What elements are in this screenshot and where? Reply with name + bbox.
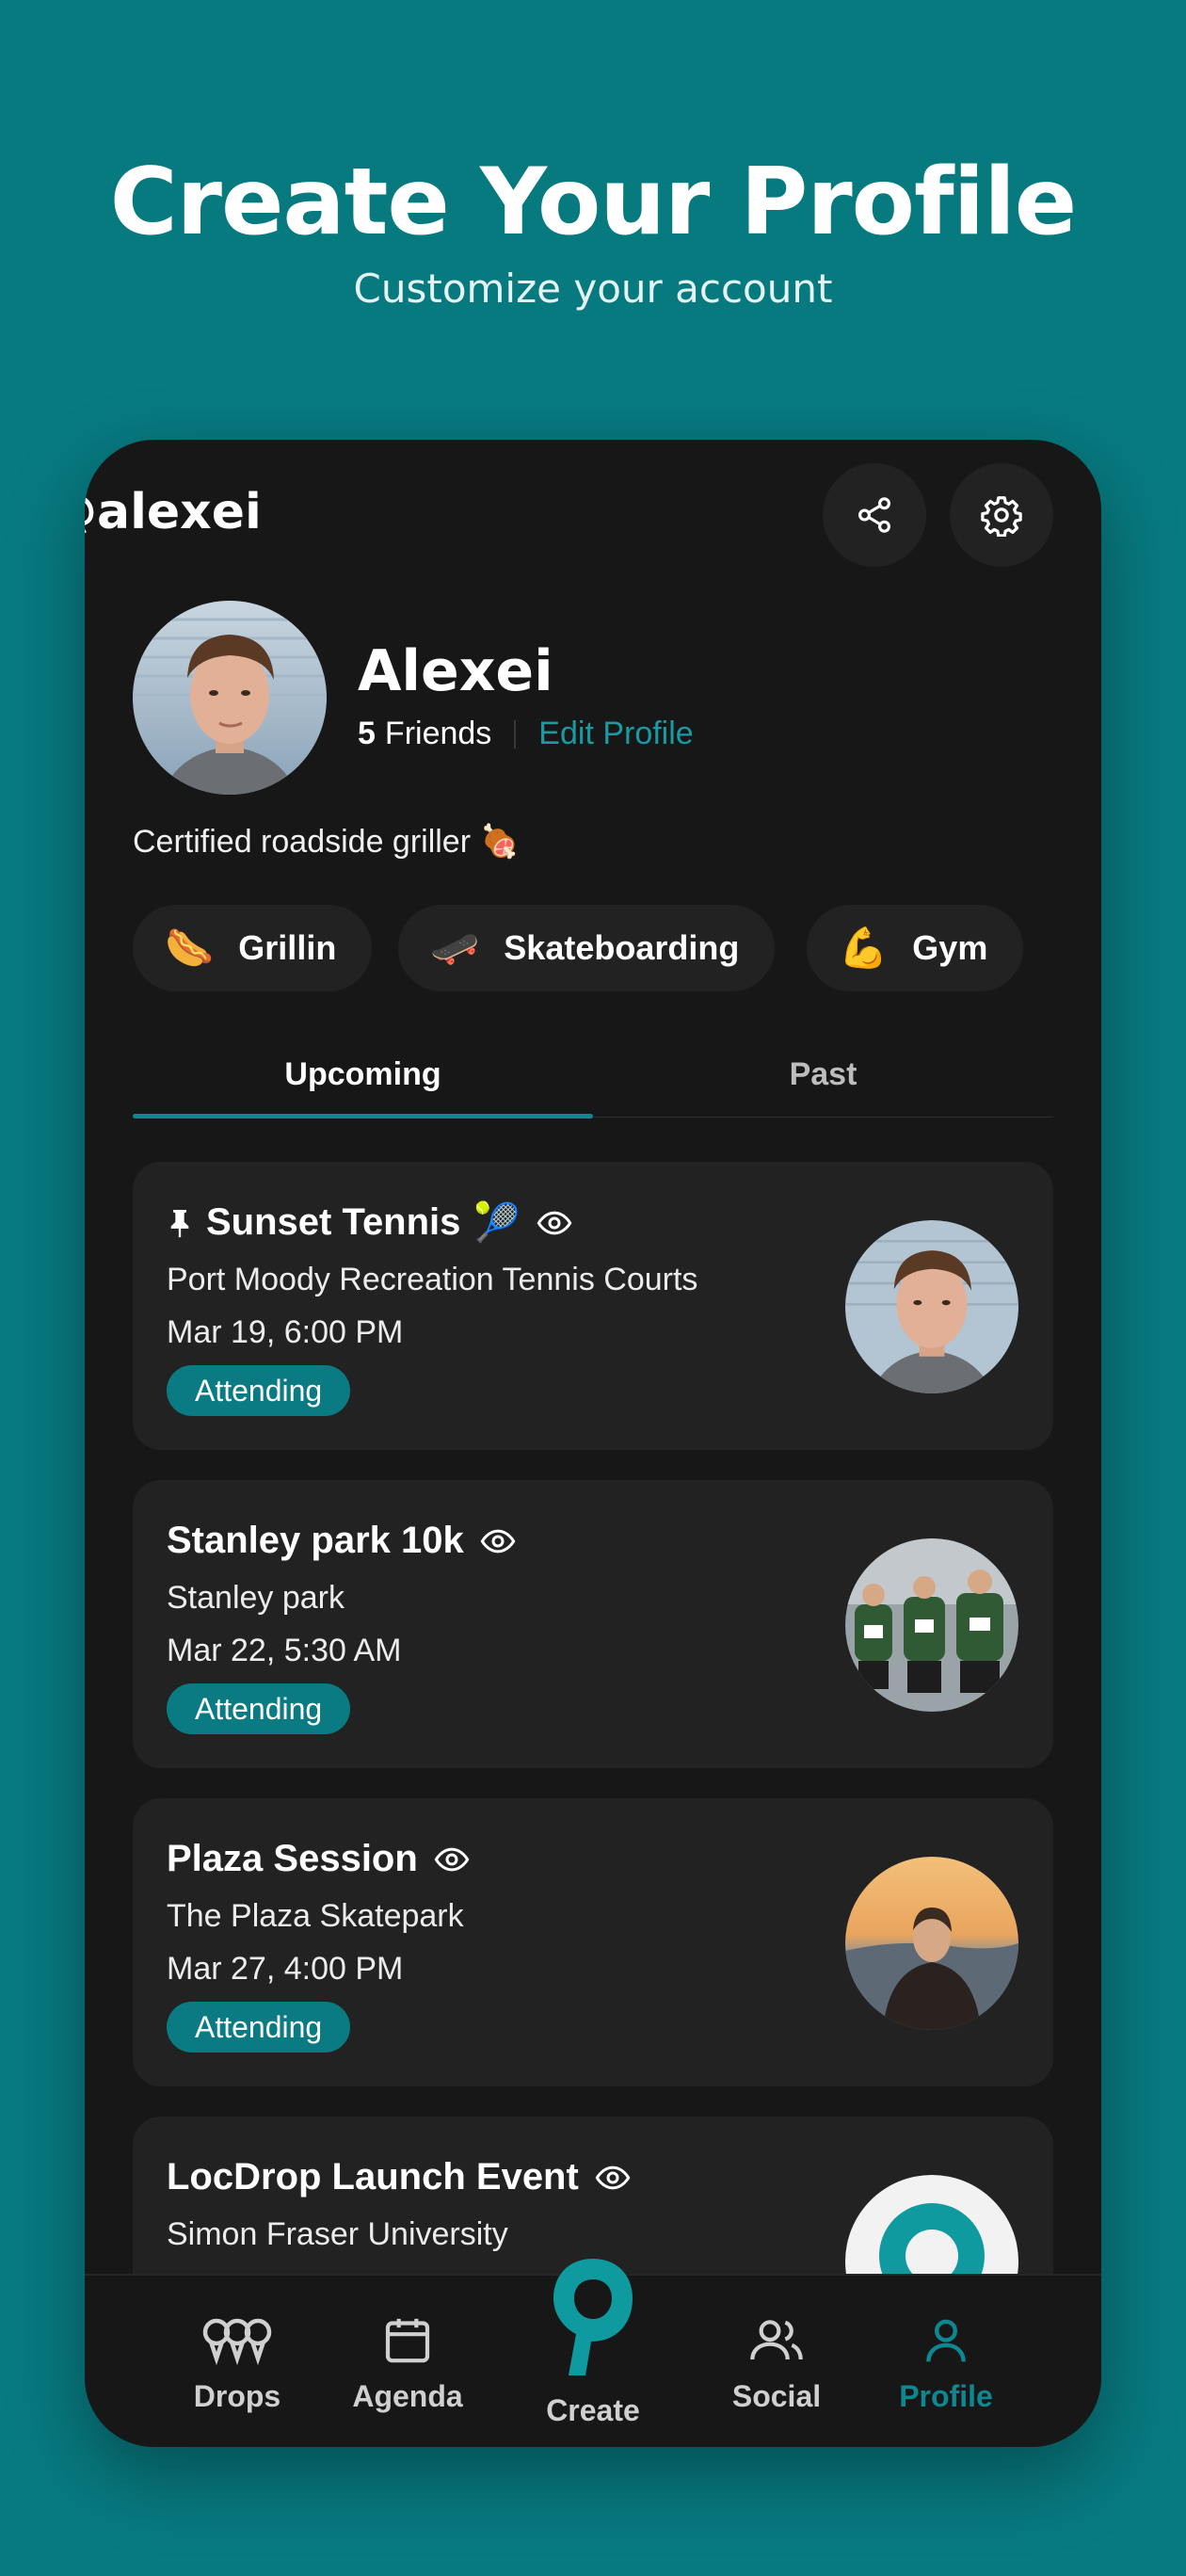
nav-drops[interactable]: Drops: [152, 2276, 322, 2447]
event-location: Port Moody Recreation Tennis Courts: [167, 1262, 698, 1297]
friends-label[interactable]: Friends: [385, 716, 491, 752]
tennis-ball-icon: 🎾: [473, 1201, 521, 1244]
event-time: Mar 19, 6:00 PM: [167, 1314, 404, 1350]
interest-label: Gym: [912, 928, 988, 967]
eye-icon: [479, 1522, 517, 1560]
nav-create[interactable]: Create: [508, 2259, 678, 2447]
bio-text: Certified roadside griller 🍖: [133, 824, 520, 860]
hero-subtitle: Customize your account: [353, 266, 833, 312]
nav-label: Agenda: [352, 2379, 463, 2413]
eye-icon: [433, 1841, 471, 1878]
event-location: The Plaza Skatepark: [167, 1898, 464, 1934]
eye-icon: [536, 1204, 573, 1242]
share-button[interactable]: [823, 463, 926, 567]
nav-profile[interactable]: Profile: [861, 2276, 1031, 2447]
event-title: Plaza Session: [167, 1838, 418, 1879]
hotdog-icon: 🌭: [165, 926, 215, 970]
locdrop-logo-icon: [548, 2255, 638, 2384]
nav-social[interactable]: Social: [692, 2276, 861, 2447]
friends-count[interactable]: 5: [358, 716, 376, 752]
drops-icon: [200, 2313, 275, 2371]
interest-chip-skateboarding[interactable]: 🛹 Skateboarding: [398, 905, 776, 991]
bottom-nav: Drops Agenda Create Social Profile: [85, 2259, 1101, 2447]
edit-profile-link[interactable]: Edit Profile: [538, 716, 693, 752]
event-time: Mar 22, 5:30 AM: [167, 1633, 402, 1668]
active-tab-indicator: [133, 1114, 593, 1119]
event-title-row: Sunset Tennis 🎾: [167, 1201, 573, 1244]
event-title-row: Stanley park 10k: [167, 1520, 517, 1562]
share-icon: [858, 497, 890, 533]
eye-icon: [594, 2159, 632, 2197]
event-title-row: LocDrop Launch Event: [167, 2156, 632, 2198]
nav-label: Create: [546, 2393, 640, 2427]
nav-label: Profile: [899, 2379, 993, 2413]
phone-screen: @alexei: [85, 440, 1101, 2447]
event-title: LocDrop Launch Event: [167, 2156, 579, 2198]
event-location: Simon Fraser University: [167, 2216, 508, 2252]
event-card[interactable]: Sunset Tennis 🎾 Port Moody Recreation Te…: [133, 1162, 1053, 1450]
event-image: [845, 1220, 1018, 1393]
event-image: [845, 1538, 1018, 1712]
calendar-icon: [381, 2313, 434, 2371]
friends-row: 5 Friends Edit Profile: [358, 716, 694, 752]
event-image: [845, 1857, 1018, 2030]
interest-label: Skateboarding: [504, 928, 740, 967]
tab-upcoming[interactable]: Upcoming: [133, 1031, 593, 1118]
flexed-biceps-icon: 💪: [839, 926, 889, 970]
event-location: Stanley park: [167, 1580, 345, 1616]
pin-icon: [167, 1207, 193, 1239]
nav-label: Social: [731, 2379, 822, 2413]
hero-title: Create Your Profile: [109, 149, 1078, 256]
settings-button[interactable]: [950, 463, 1053, 567]
skateboard-icon: 🛹: [430, 926, 480, 970]
interest-chip-gym[interactable]: 💪 Gym: [807, 905, 1024, 991]
interest-label: Grillin: [238, 928, 337, 967]
user-icon: [920, 2313, 972, 2371]
event-title: Stanley park 10k: [167, 1520, 464, 1561]
nav-label: Drops: [193, 2379, 281, 2413]
event-tabs: Upcoming Past: [133, 1031, 1053, 1119]
profile-avatar[interactable]: [133, 601, 327, 795]
gear-icon: [981, 496, 1022, 537]
status-badge: Attending: [167, 2002, 351, 2053]
event-time: Mar 27, 4:00 PM: [167, 1951, 404, 1987]
nav-agenda[interactable]: Agenda: [323, 2276, 492, 2447]
interest-chip-grillin[interactable]: 🌭 Grillin: [133, 905, 373, 991]
event-title: Sunset Tennis: [206, 1201, 461, 1243]
event-title-row: Plaza Session: [167, 1838, 471, 1880]
display-name: Alexei: [358, 638, 553, 704]
users-icon: [747, 2313, 806, 2371]
tab-past[interactable]: Past: [593, 1031, 1053, 1118]
status-badge: Attending: [167, 1365, 351, 1416]
event-card[interactable]: Stanley park 10k Stanley park Mar 22, 5:…: [133, 1480, 1053, 1768]
event-card[interactable]: Plaza Session The Plaza Skatepark Mar 27…: [133, 1798, 1053, 2086]
status-badge: Attending: [167, 1683, 351, 1734]
divider: [514, 719, 517, 749]
username-handle: @alexei: [85, 484, 262, 540]
